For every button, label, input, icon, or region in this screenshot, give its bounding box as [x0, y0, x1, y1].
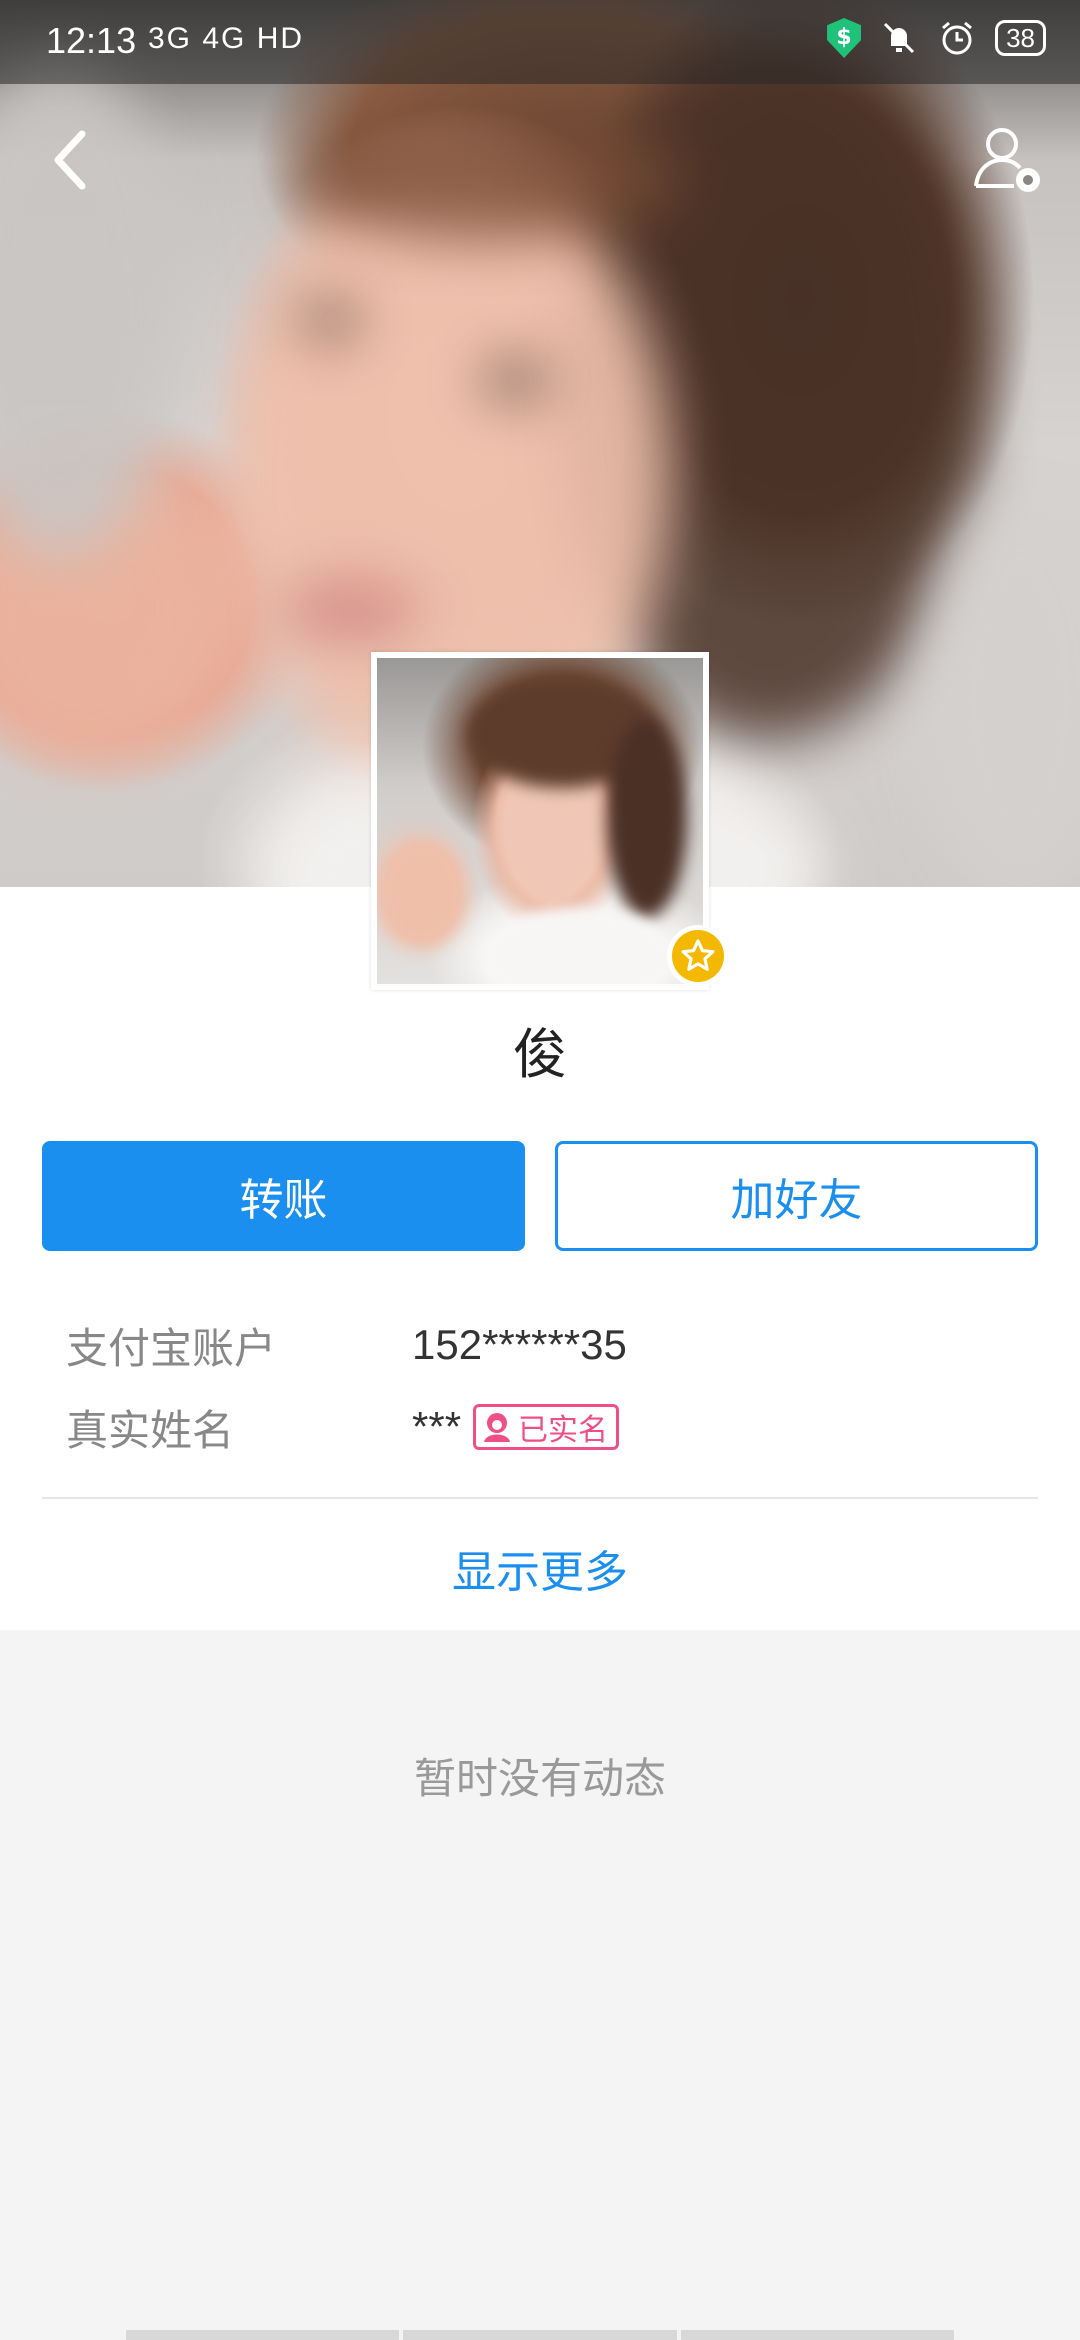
- alarm-icon: [942, 21, 973, 55]
- avatar-image: [377, 658, 703, 984]
- account-label: 支付宝账户: [66, 1323, 277, 1373]
- realname-label: 真实姓名: [66, 1405, 235, 1455]
- add-friend-button[interactable]: 加好友: [555, 1141, 1038, 1251]
- shield-icon: $: [827, 18, 862, 58]
- account-value: 152******35: [412, 1321, 627, 1368]
- network-indicator: 3G 4G HD: [148, 22, 305, 55]
- profile-screen: 12:13 3G 4G HD $ 38 俊 转账 加好友 支付宝账户 152**…: [0, 0, 1080, 2340]
- back-button[interactable]: [44, 120, 104, 200]
- verified-label: 已实名: [518, 1413, 609, 1448]
- verified-badge: 已实名: [473, 1404, 620, 1450]
- person-verified-icon: [484, 1413, 511, 1442]
- mute-icon: [884, 22, 915, 54]
- status-icons: $ 38: [827, 18, 1046, 58]
- battery-icon: 38: [995, 20, 1046, 56]
- bottom-scroll-indicator: [126, 2330, 954, 2340]
- star-icon: [681, 939, 715, 971]
- chevron-left-icon: [54, 130, 86, 190]
- transfer-button[interactable]: 转账: [42, 1141, 525, 1251]
- divider: [42, 1497, 1038, 1499]
- profile-settings-button[interactable]: [970, 120, 1050, 200]
- membership-badge: [667, 925, 729, 987]
- user-settings-icon: [974, 128, 1040, 192]
- empty-feed-text: 暂时没有动态: [413, 1754, 666, 1803]
- avatar[interactable]: [371, 652, 709, 990]
- realname-row: 真实姓名 *** 已实名: [66, 1392, 1026, 1462]
- account-row: 支付宝账户 152******35: [66, 1310, 1026, 1380]
- realname-value: ***: [412, 1403, 462, 1450]
- show-more-link[interactable]: 显示更多: [0, 1536, 1080, 1600]
- status-bar: 12:13 3G 4G HD $ 38: [0, 0, 1080, 84]
- status-time: 12:13: [46, 20, 137, 61]
- profile-card: [0, 887, 1080, 1630]
- profile-name: 俊: [513, 1023, 567, 1086]
